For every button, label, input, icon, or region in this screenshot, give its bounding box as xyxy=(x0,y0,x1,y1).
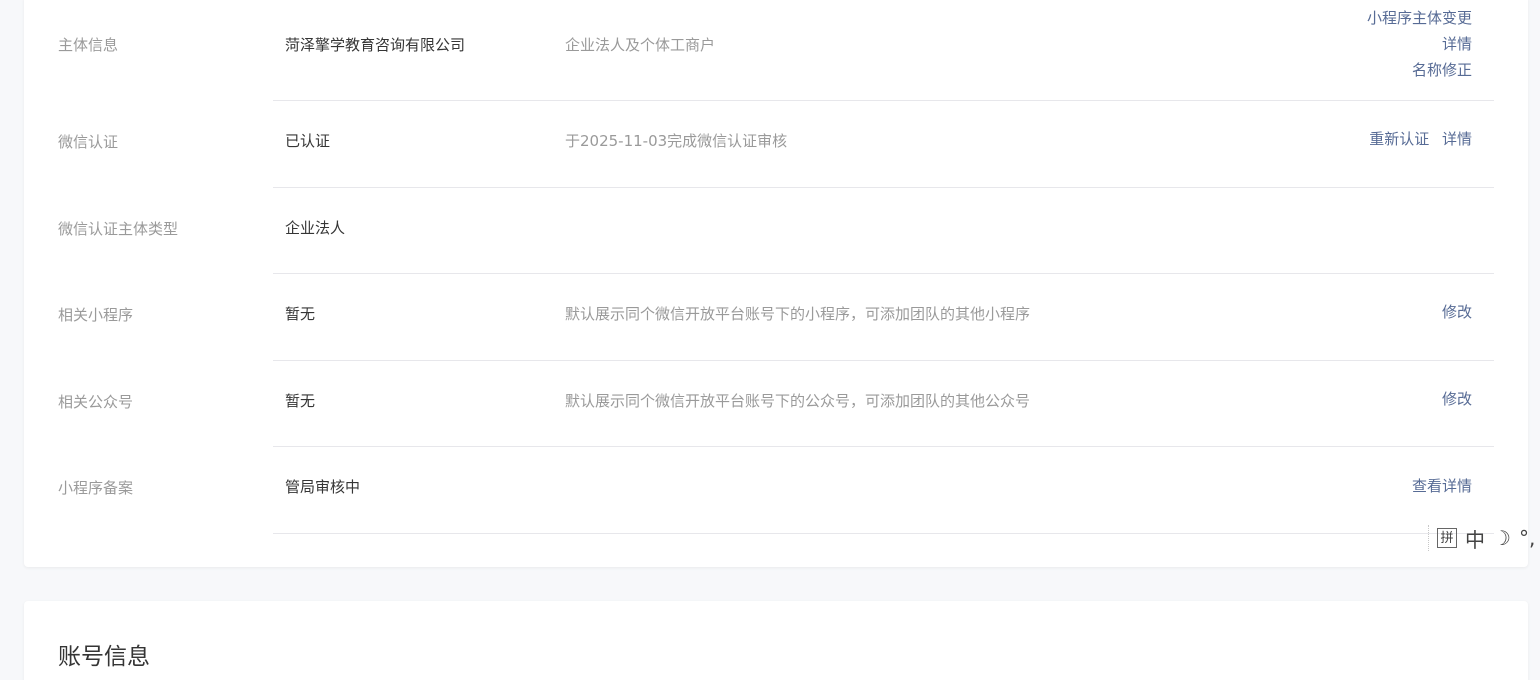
row-value: 企业法人 xyxy=(285,219,346,237)
row-label: 相关公众号 xyxy=(58,393,134,411)
reverify-link[interactable]: 重新认证 xyxy=(1369,130,1429,148)
info-row-verification-subject-type: 微信认证主体类型 企业法人 xyxy=(24,188,1528,274)
moon-icon[interactable]: ☽ xyxy=(1493,526,1511,550)
row-actions: 小程序主体变更 详情 名称修正 xyxy=(1367,5,1472,83)
info-row-related-miniprograms: 相关小程序 暂无 默认展示同个微信开放平台账号下的小程序，可添加团队的其他小程序… xyxy=(24,274,1528,360)
basic-info-card: 主体信息 菏泽擎学教育咨询有限公司 企业法人及个体工商户 小程序主体变更 详情 … xyxy=(24,0,1528,567)
info-row-wechat-verification: 微信认证 已认证 于2025-11-03完成微信认证审核 重新认证 详情 xyxy=(24,101,1528,187)
row-actions: 查看详情 xyxy=(1404,473,1472,499)
row-value: 菏泽擎学教育咨询有限公司 xyxy=(285,36,466,54)
row-description: 企业法人及个体工商户 xyxy=(565,36,716,54)
row-label: 主体信息 xyxy=(58,36,119,54)
row-value: 暂无 xyxy=(285,392,316,410)
row-description: 默认展示同个微信开放平台账号下的小程序，可添加团队的其他小程序 xyxy=(565,305,1031,323)
row-value: 暂无 xyxy=(285,305,316,323)
subject-detail-link[interactable]: 详情 xyxy=(1367,31,1472,57)
punctuation-icon[interactable]: °, xyxy=(1519,526,1535,550)
modify-official-accounts-link[interactable]: 修改 xyxy=(1442,390,1472,408)
page: 主体信息 菏泽擎学教育咨询有限公司 企业法人及个体工商户 小程序主体变更 详情 … xyxy=(0,0,1540,680)
row-divider xyxy=(273,533,1494,534)
row-label: 相关小程序 xyxy=(58,306,134,324)
modify-miniprograms-link[interactable]: 修改 xyxy=(1442,303,1472,321)
account-info-card: 账号信息 xyxy=(24,601,1528,680)
row-actions: 重新认证 详情 xyxy=(1361,126,1472,152)
row-description: 默认展示同个微信开放平台账号下的公众号，可添加团队的其他公众号 xyxy=(565,392,1031,410)
chinese-lang-icon[interactable]: 中 xyxy=(1465,524,1485,553)
subject-change-link[interactable]: 小程序主体变更 xyxy=(1367,5,1472,31)
ime-toolbar[interactable]: 拼 中 ☽ °, xyxy=(1428,524,1540,553)
verification-detail-link[interactable]: 详情 xyxy=(1442,130,1472,148)
row-actions: 修改 xyxy=(1434,299,1472,325)
row-label: 小程序备案 xyxy=(58,479,134,497)
row-value: 管局审核中 xyxy=(285,478,361,496)
row-description: 于2025-11-03完成微信认证审核 xyxy=(565,132,788,150)
info-row-miniprogram-filing: 小程序备案 管局审核中 查看详情 xyxy=(24,447,1528,533)
info-row-subject: 主体信息 菏泽擎学教育咨询有限公司 企业法人及个体工商户 小程序主体变更 详情 … xyxy=(24,0,1528,101)
info-row-related-official-accounts: 相关公众号 暂无 默认展示同个微信开放平台账号下的公众号，可添加团队的其他公众号… xyxy=(24,361,1528,447)
row-value: 已认证 xyxy=(285,132,331,150)
row-label: 微信认证主体类型 xyxy=(58,220,179,238)
section-title: 账号信息 xyxy=(58,644,150,670)
row-label: 微信认证 xyxy=(58,133,119,151)
view-filing-detail-link[interactable]: 查看详情 xyxy=(1412,477,1472,495)
name-correction-link[interactable]: 名称修正 xyxy=(1367,57,1472,83)
row-actions: 修改 xyxy=(1434,386,1472,412)
pinyin-mode-icon[interactable]: 拼 xyxy=(1437,528,1457,548)
